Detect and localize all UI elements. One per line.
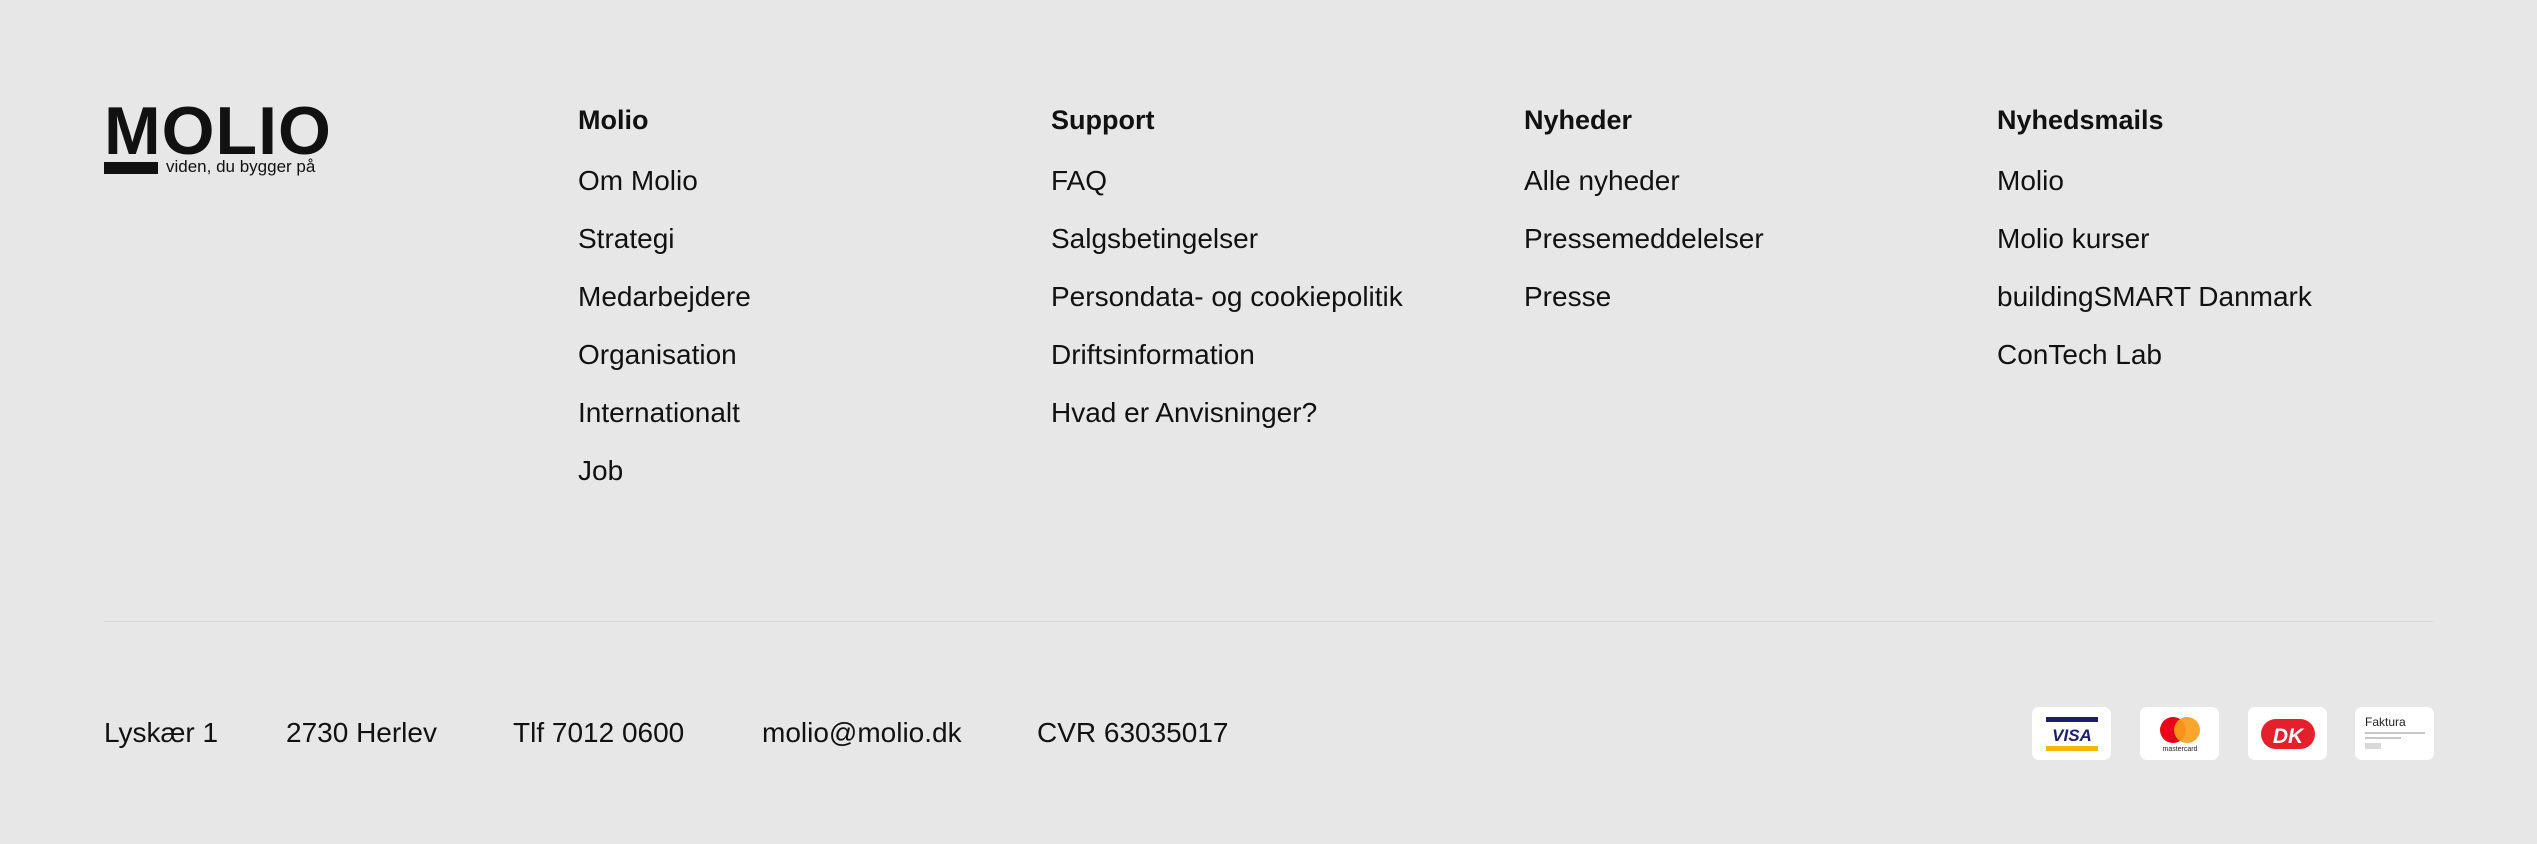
list-item: Om Molio bbox=[578, 166, 1018, 224]
faktura-icon: Faktura bbox=[2355, 707, 2434, 760]
footer-link-internationalt[interactable]: Internationalt bbox=[578, 397, 740, 428]
footer-divider bbox=[104, 621, 2433, 622]
footer-column-molio: Molio Om Molio Strategi Medarbejdere Org… bbox=[578, 103, 1018, 514]
list-item: Hvad er Anvisninger? bbox=[1051, 398, 1491, 456]
visa-label: VISA bbox=[2052, 726, 2092, 745]
footer-link-medarbejdere[interactable]: Medarbejdere bbox=[578, 281, 751, 312]
footer-column-support: Support FAQ Salgsbetingelser Persondata-… bbox=[1051, 103, 1491, 456]
footer-link-faq[interactable]: FAQ bbox=[1051, 165, 1107, 196]
footer-link-presse[interactable]: Presse bbox=[1524, 281, 1611, 312]
link-list: Om Molio Strategi Medarbejdere Organisat… bbox=[578, 166, 1018, 514]
list-item: Molio kurser bbox=[1997, 224, 2437, 282]
logo-wordmark: MOLIO bbox=[104, 93, 332, 169]
footer-link-molio-kurser[interactable]: Molio kurser bbox=[1997, 223, 2149, 254]
footer-column-nyhedsmails: Nyhedsmails Molio Molio kurser buildingS… bbox=[1997, 103, 2437, 398]
footer-link-om-molio[interactable]: Om Molio bbox=[578, 165, 698, 196]
footer-link-salgsbetingelser[interactable]: Salgsbetingelser bbox=[1051, 223, 1258, 254]
footer-link-job[interactable]: Job bbox=[578, 455, 623, 486]
list-item: Driftsinformation bbox=[1051, 340, 1491, 398]
link-list: Molio Molio kurser buildingSMART Danmark… bbox=[1997, 166, 2437, 398]
footer-link-persondata[interactable]: Persondata- og cookiepolitik bbox=[1051, 281, 1403, 312]
footer-column-nyheder: Nyheder Alle nyheder Pressemeddelelser P… bbox=[1524, 103, 1964, 340]
footer-link-alle-nyheder[interactable]: Alle nyheder bbox=[1524, 165, 1680, 196]
visa-icon: VISA bbox=[2032, 707, 2111, 760]
list-item: Medarbejdere bbox=[578, 282, 1018, 340]
contact-city: 2730 Herlev bbox=[286, 717, 437, 748]
footer-link-strategi[interactable]: Strategi bbox=[578, 223, 675, 254]
contact-phone: Tlf 7012 0600 bbox=[513, 717, 685, 748]
site-footer: MOLIO viden, du bygger på Molio Om Molio… bbox=[0, 0, 2537, 844]
footer-link-anvisninger[interactable]: Hvad er Anvisninger? bbox=[1051, 397, 1317, 428]
list-item: Persondata- og cookiepolitik bbox=[1051, 282, 1491, 340]
link-list: Alle nyheder Pressemeddelelser Presse bbox=[1524, 166, 1964, 340]
list-item: Strategi bbox=[578, 224, 1018, 282]
column-title: Nyheder bbox=[1524, 105, 1633, 135]
dankort-label: DK bbox=[2272, 725, 2304, 748]
footer-link-driftsinformation[interactable]: Driftsinformation bbox=[1051, 339, 1255, 370]
list-item: Pressemeddelelser bbox=[1524, 224, 1964, 282]
list-item: Alle nyheder bbox=[1524, 166, 1964, 224]
logo-underline-bar bbox=[104, 162, 158, 174]
list-item: buildingSMART Danmark bbox=[1997, 282, 2437, 340]
column-title: Molio bbox=[578, 105, 649, 135]
logo-tagline: viden, du bygger på bbox=[166, 157, 316, 176]
list-item: Presse bbox=[1524, 282, 1964, 340]
column-title: Support bbox=[1051, 105, 1155, 135]
list-item: ConTech Lab bbox=[1997, 340, 2437, 398]
link-list: FAQ Salgsbetingelser Persondata- og cook… bbox=[1051, 166, 1491, 456]
mastercard-icon: mastercard bbox=[2140, 707, 2219, 760]
contact-email-link[interactable]: molio@molio.dk bbox=[762, 716, 962, 750]
faktura-label: Faktura bbox=[2365, 715, 2406, 729]
mastercard-label: mastercard bbox=[2162, 746, 2197, 753]
contact-address: Lyskær 1 bbox=[104, 717, 219, 748]
footer-link-pressemeddelelser[interactable]: Pressemeddelelser bbox=[1524, 223, 1764, 254]
molio-logo[interactable]: MOLIO viden, du bygger på bbox=[104, 93, 334, 180]
column-title: Nyhedsmails bbox=[1997, 105, 2164, 135]
list-item: Organisation bbox=[578, 340, 1018, 398]
list-item: Salgsbetingelser bbox=[1051, 224, 1491, 282]
footer-link-buildingsmart[interactable]: buildingSMART Danmark bbox=[1997, 281, 2312, 312]
list-item: Internationalt bbox=[578, 398, 1018, 456]
list-item: FAQ bbox=[1051, 166, 1491, 224]
footer-link-organisation[interactable]: Organisation bbox=[578, 339, 737, 370]
contact-cvr: CVR 63035017 bbox=[1037, 717, 1229, 748]
footer-link-contech-lab[interactable]: ConTech Lab bbox=[1997, 339, 2162, 370]
footer-link-molio-newsletter[interactable]: Molio bbox=[1997, 165, 2064, 196]
list-item: Molio bbox=[1997, 166, 2437, 224]
dankort-icon: DK bbox=[2248, 707, 2327, 760]
list-item: Job bbox=[578, 456, 1018, 514]
